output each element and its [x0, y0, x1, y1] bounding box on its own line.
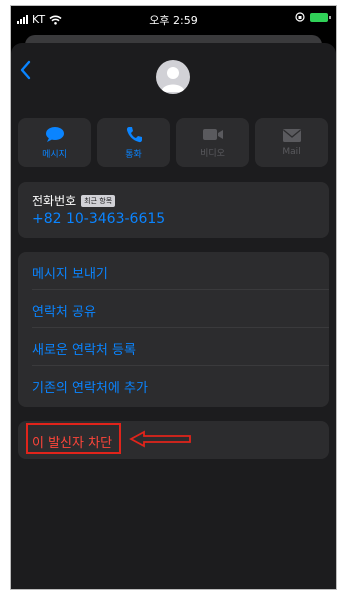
- mail-icon: [282, 129, 301, 142]
- phone-icon: [126, 126, 142, 142]
- message-action-button[interactable]: 메시지: [18, 118, 91, 167]
- message-action-label: 메시지: [42, 149, 67, 160]
- video-action-button[interactable]: 비디오: [176, 118, 249, 167]
- menu-item-label: 기존의 연락처에 추가: [32, 381, 148, 396]
- status-bar: KT 오후 2:59: [11, 6, 336, 32]
- back-chevron-icon[interactable]: [16, 59, 36, 81]
- menu-item-label: 새로운 연락처 등록: [32, 343, 136, 358]
- phone-label-row: 전화번호 최근 항목: [32, 192, 116, 209]
- call-action-label: 통화: [125, 149, 142, 160]
- action-list: 메시지 보내기 연락처 공유 새로운 연락처 등록 기존의 연락처에 추가: [18, 252, 329, 407]
- phone-number[interactable]: +82 10-3463-6615: [32, 211, 165, 227]
- add-to-existing-item[interactable]: 기존의 연락처에 추가: [18, 366, 329, 404]
- phone-label: 전화번호: [32, 194, 77, 208]
- message-icon: [45, 126, 64, 142]
- mail-action-button[interactable]: Mail: [255, 118, 328, 167]
- status-time: 오후 2:59: [149, 14, 198, 27]
- menu-item-label: 연락처 공유: [32, 305, 96, 320]
- person-icon: [161, 67, 185, 92]
- avatar: [156, 60, 190, 94]
- create-contact-item[interactable]: 새로운 연락처 등록: [18, 328, 329, 366]
- share-contact-item[interactable]: 연락처 공유: [18, 290, 329, 328]
- menu-item-label: 메시지 보내기: [32, 267, 108, 282]
- recent-badge: 최근 항목: [81, 194, 116, 207]
- quick-actions: 메시지 통화 비디오 Mail: [18, 118, 328, 167]
- call-action-button[interactable]: 통화: [97, 118, 170, 167]
- video-action-label: 비디오: [200, 148, 225, 159]
- send-message-item[interactable]: 메시지 보내기: [18, 252, 329, 290]
- phone-screen: KT 오후 2:59 메시지 통화 비디오 Mail 전화번호 최근 항목 +8…: [10, 5, 337, 590]
- contact-sheet: 메시지 통화 비디오 Mail 전화번호 최근 항목 +82 10-3463-6…: [11, 43, 336, 589]
- orientation-lock-icon: [295, 12, 305, 22]
- battery-icon: [310, 12, 331, 22]
- mail-action-label: Mail: [282, 147, 301, 157]
- annotation-arrow-icon: [129, 430, 191, 448]
- phone-number-card[interactable]: 전화번호 최근 항목 +82 10-3463-6615: [18, 182, 329, 238]
- video-icon: [202, 128, 223, 140]
- highlight-box: [26, 423, 121, 454]
